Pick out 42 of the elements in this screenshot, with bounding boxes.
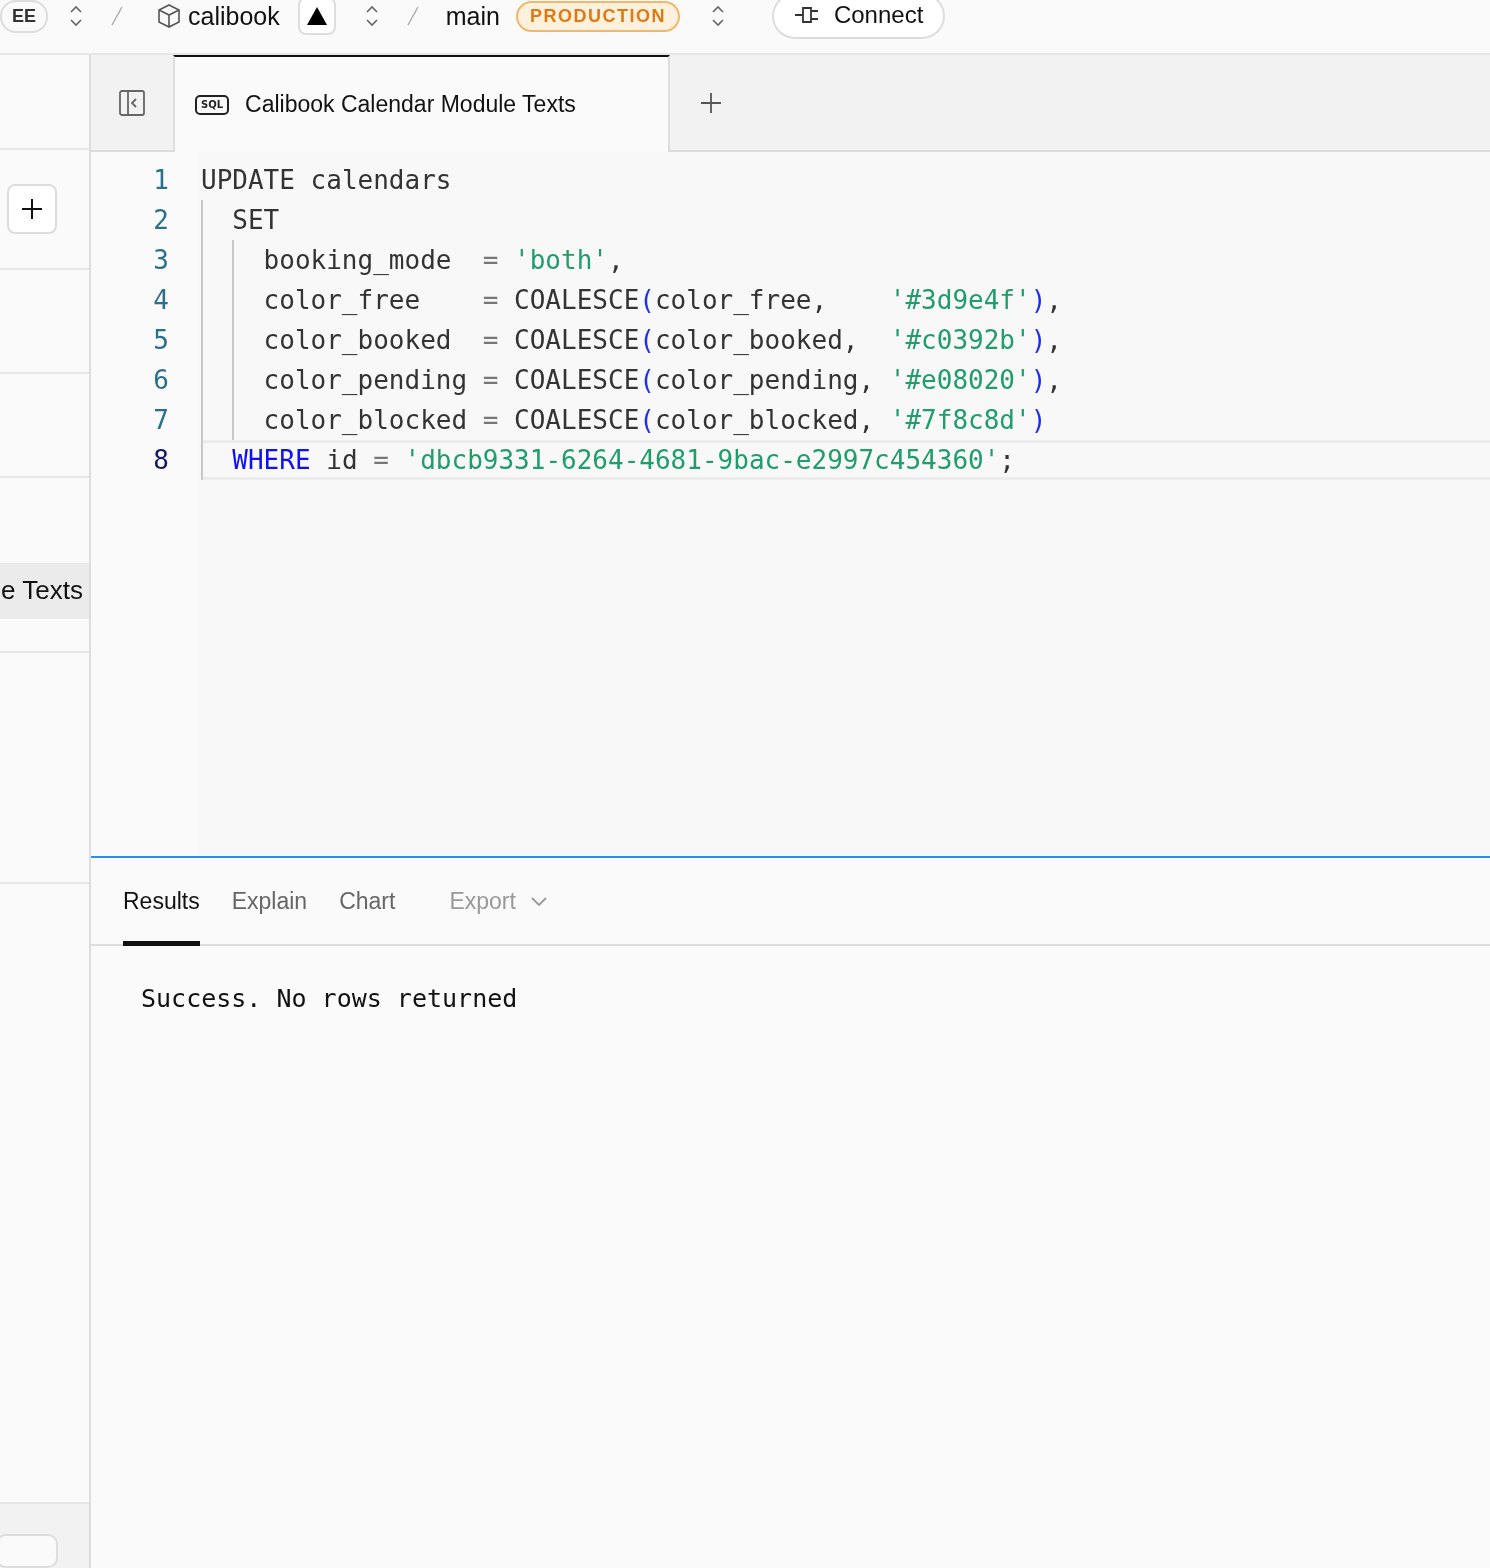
- plus-icon: [21, 198, 43, 221]
- triangle-logo-button[interactable]: [297, 0, 336, 35]
- line-number: 8: [152, 445, 169, 475]
- code-line: color_free = COALESCE(color_free, '#3d9e4f'),: [201, 280, 1490, 320]
- sql-badge: SQL: [195, 94, 230, 115]
- add-button[interactable]: [7, 184, 57, 235]
- results-tab[interactable]: Chart: [339, 888, 396, 946]
- collapse-sidebar-icon[interactable]: [118, 88, 146, 117]
- add-tab-icon[interactable]: [700, 91, 722, 114]
- code-line: color_blocked = COALESCE(color_blocked, '#7f8c8d'): [201, 400, 1490, 440]
- result-message: Success. No rows returned: [141, 984, 519, 1013]
- results-tab[interactable]: Explain: [231, 888, 308, 946]
- code-line: WHERE id = 'dbcb9331-6264-4681-9bac-e2997c454360';: [201, 440, 1490, 480]
- line-number: 3: [152, 245, 169, 275]
- chevron-up-down-icon[interactable]: [68, 5, 84, 27]
- chevron-up-down-icon[interactable]: [709, 5, 726, 27]
- line-number: 7: [152, 405, 169, 435]
- line-number: 6: [152, 365, 169, 395]
- cube-icon: [156, 3, 182, 29]
- line-number: 4: [152, 285, 169, 315]
- environment-badge: PRODUCTION: [515, 0, 680, 32]
- plug-icon: [793, 4, 820, 26]
- org-badge: EE: [0, 0, 48, 33]
- line-number: 2: [152, 205, 169, 235]
- chevron-down-icon: [529, 895, 548, 908]
- slash-icon: [110, 5, 124, 27]
- code-line: booking_mode = 'both',: [201, 240, 1490, 280]
- editor-tab[interactable]: SQL Calibook Calendar Module Texts: [173, 55, 670, 152]
- code-line: UPDATE calendars: [201, 164, 453, 197]
- slash-icon: [405, 5, 420, 27]
- code-line: color_booked = COALESCE(color_booked, '#c0392b'),: [201, 320, 1490, 360]
- branch-name[interactable]: main: [445, 1, 500, 31]
- code-line: SET: [201, 200, 1490, 240]
- line-number: 5: [152, 325, 169, 355]
- connect-button[interactable]: Connect: [771, 0, 946, 39]
- sidebar-item[interactable]: e Texts: [0, 562, 89, 619]
- chevron-up-down-icon[interactable]: [363, 5, 380, 27]
- code-line: color_pending = COALESCE(color_pending, '#e08020'),: [201, 360, 1490, 400]
- triangle-icon: [306, 7, 327, 25]
- results-tab[interactable]: Results: [123, 888, 200, 946]
- project-name[interactable]: calibook: [188, 1, 280, 31]
- line-number: 1: [152, 165, 169, 195]
